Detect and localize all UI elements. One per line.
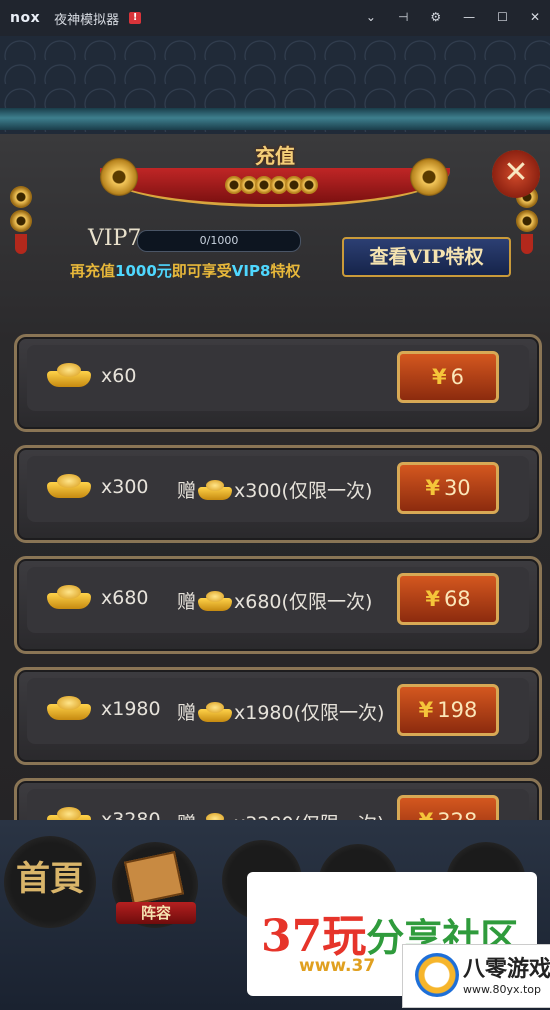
bonus-quantity: x1980(仅限一次)	[234, 702, 385, 724]
maximize-icon[interactable]: ☐	[497, 10, 508, 24]
bonus-label: 赠	[177, 702, 197, 724]
bonus-ingot-icon	[198, 479, 233, 500]
package-card: x680 赠 x680(仅限一次) ¥68	[14, 556, 542, 654]
pin-icon[interactable]: ⊣	[398, 10, 408, 24]
tip-middle: 即可享受	[171, 262, 232, 280]
80yx-logo-icon	[415, 953, 459, 997]
gold-ingot-icon	[47, 696, 91, 720]
bonus-label: 赠	[177, 591, 197, 613]
nav-team-button[interactable]: 阵容	[112, 842, 198, 928]
package-card: x300 赠 x300(仅限一次) ¥30	[14, 445, 542, 543]
package-quantity: x60	[101, 365, 137, 387]
coin-string-icon	[225, 176, 318, 194]
view-vip-privileges-button[interactable]: 查看VIP特权	[342, 237, 511, 277]
yen-icon: ¥	[425, 476, 440, 500]
watermark-80yx: 八零游戏 www.80yx.top	[402, 944, 550, 1008]
team-book-icon	[123, 851, 185, 905]
price-value: 68	[443, 587, 471, 611]
yen-icon: ¥	[432, 365, 447, 389]
vip-progress-text: 0/1000	[199, 234, 239, 247]
right-coin-lantern	[516, 186, 538, 276]
decorative-band	[0, 108, 550, 130]
close-icon[interactable]: ✕	[530, 10, 540, 24]
bonus-label: 赠	[177, 480, 197, 502]
buy-price-button[interactable]: ¥30	[397, 462, 499, 514]
nav-home-button[interactable]: 首頁	[4, 836, 96, 928]
tip-suffix: 特权	[270, 262, 301, 280]
yen-icon: ¥	[418, 698, 434, 722]
package-bonus: 赠 x300(仅限一次)	[177, 476, 372, 503]
tip-level: VIP8	[231, 262, 271, 280]
tip-prefix: 再充值	[70, 262, 116, 280]
price-value: 30	[443, 476, 471, 500]
price-value: 6	[450, 365, 464, 389]
bonus-quantity: x300(仅限一次)	[234, 480, 373, 502]
package-bonus: 赠 x680(仅限一次)	[177, 587, 372, 614]
package-card: x1980 赠 x1980(仅限一次) ¥198	[14, 667, 542, 765]
window-controls: ⌄ ⊣ ⚙ — ☐ ✕	[366, 10, 540, 24]
watermark-80yx-name: 八零游戏	[463, 957, 550, 982]
chevron-down-icon[interactable]: ⌄	[366, 10, 376, 24]
buy-price-button[interactable]: ¥6	[397, 351, 499, 403]
gold-ingot-icon	[47, 585, 91, 609]
window-title: 夜神模拟器	[54, 12, 120, 28]
watermark-80yx-url: www.80yx.top	[463, 983, 542, 996]
vip-upgrade-tip: 再充值1000元即可享受VIP8特权	[70, 260, 300, 281]
nav-team-label: 阵容	[116, 902, 196, 924]
package-quantity: x300	[101, 476, 149, 498]
bonus-quantity: x680(仅限一次)	[234, 591, 373, 613]
warning-icon[interactable]: !	[129, 12, 142, 24]
price-value: 198	[437, 698, 478, 722]
gear-icon[interactable]: ⚙	[430, 10, 441, 24]
right-big-coin-icon	[410, 158, 448, 196]
panel-close-button[interactable]: ✕	[492, 150, 540, 198]
tip-amount: 1000元	[115, 262, 172, 280]
package-quantity: x680	[101, 587, 149, 609]
package-card: x60 ¥6	[14, 334, 542, 432]
yen-icon: ¥	[425, 587, 440, 611]
gold-ingot-icon	[47, 363, 91, 387]
panel-title: 充值	[255, 144, 295, 168]
left-big-coin-icon	[100, 158, 138, 196]
left-coin-lantern	[10, 186, 32, 276]
gold-ingot-icon	[47, 474, 91, 498]
buy-price-button[interactable]: ¥198	[397, 684, 499, 736]
package-bonus: 赠 x1980(仅限一次)	[177, 698, 384, 725]
vip-level: VIP7	[88, 226, 142, 251]
bonus-ingot-icon	[198, 701, 233, 722]
vip-progress-bar: 0/1000	[137, 230, 301, 252]
window-titlebar: nox 夜神模拟器 ! ⌄ ⊣ ⚙ — ☐ ✕	[0, 0, 550, 36]
package-quantity: x1980	[101, 698, 161, 720]
bonus-ingot-icon	[198, 590, 233, 611]
nox-logo: nox	[10, 10, 41, 26]
minimize-icon[interactable]: —	[463, 10, 475, 24]
buy-price-button[interactable]: ¥68	[397, 573, 499, 625]
watermark-37-url: www.37	[299, 956, 376, 976]
